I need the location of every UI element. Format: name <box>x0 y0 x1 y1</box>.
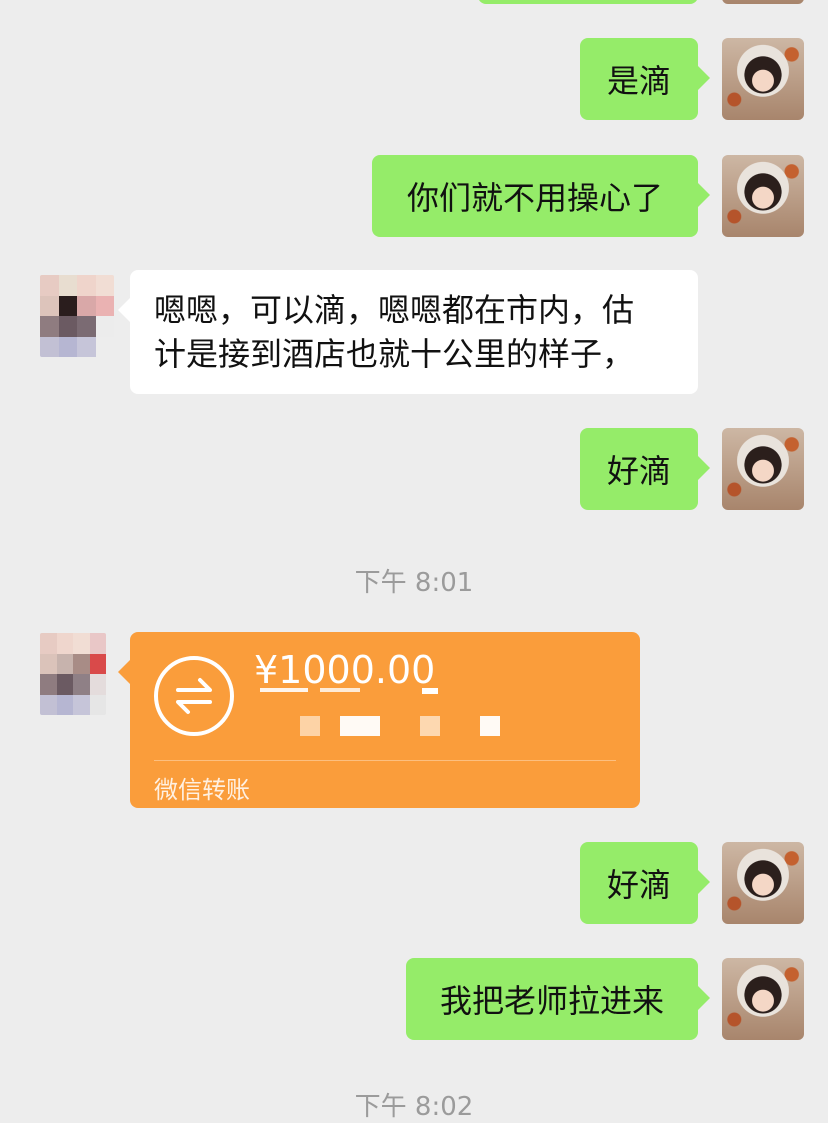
partial-bubble-top <box>478 0 698 4</box>
timestamp: 下午 8:01 <box>354 568 474 598</box>
message-text: 好滴 <box>606 866 671 904</box>
redacted-note <box>340 716 380 736</box>
transfer-arrows-icon <box>154 656 234 736</box>
transfer-divider <box>154 760 616 761</box>
message-text-line: 嗯嗯，可以滴，嗯嗯都在市内，估 <box>154 291 635 329</box>
redacted-note <box>420 716 440 736</box>
avatar-me[interactable] <box>722 0 804 4</box>
message-bubble-me[interactable]: 是滴 <box>580 38 710 120</box>
message-text: 是滴 <box>606 62 671 100</box>
transfer-label: 微信转账 <box>154 776 250 804</box>
transfer-card[interactable]: ¥1000.00 微信转账 <box>118 632 640 808</box>
avatar-me[interactable] <box>722 842 804 924</box>
redacted-note <box>300 716 320 736</box>
avatar-me[interactable] <box>722 155 804 237</box>
message-bubble-me[interactable]: 好滴 <box>580 842 710 924</box>
timestamp: 下午 8:02 <box>354 1092 474 1122</box>
message-bubble-other[interactable]: 嗯嗯，可以滴，嗯嗯都在市内，估 计是接到酒店也就十公里的样子， <box>118 270 698 394</box>
avatar-me[interactable] <box>722 958 804 1040</box>
avatar-other[interactable] <box>40 275 114 357</box>
redacted-note <box>422 688 438 694</box>
transfer-amount: ¥1000.00 <box>254 648 436 692</box>
message-text-line: 计是接到酒店也就十公里的样子， <box>154 335 635 373</box>
message-bubble-me[interactable]: 我把老师拉进来 <box>406 958 710 1040</box>
avatar-other[interactable] <box>40 633 106 715</box>
avatar-me[interactable] <box>722 428 804 510</box>
redacted-note <box>480 716 500 736</box>
message-text: 你们就不用操心了 <box>406 179 663 217</box>
message-bubble-me[interactable]: 你们就不用操心了 <box>372 155 710 237</box>
redacted-note <box>260 688 308 692</box>
avatar-me[interactable] <box>722 38 804 120</box>
message-text: 我把老师拉进来 <box>439 982 664 1020</box>
redacted-note <box>320 688 360 692</box>
message-text: 好滴 <box>606 452 671 490</box>
message-bubble-me[interactable]: 好滴 <box>580 428 710 510</box>
